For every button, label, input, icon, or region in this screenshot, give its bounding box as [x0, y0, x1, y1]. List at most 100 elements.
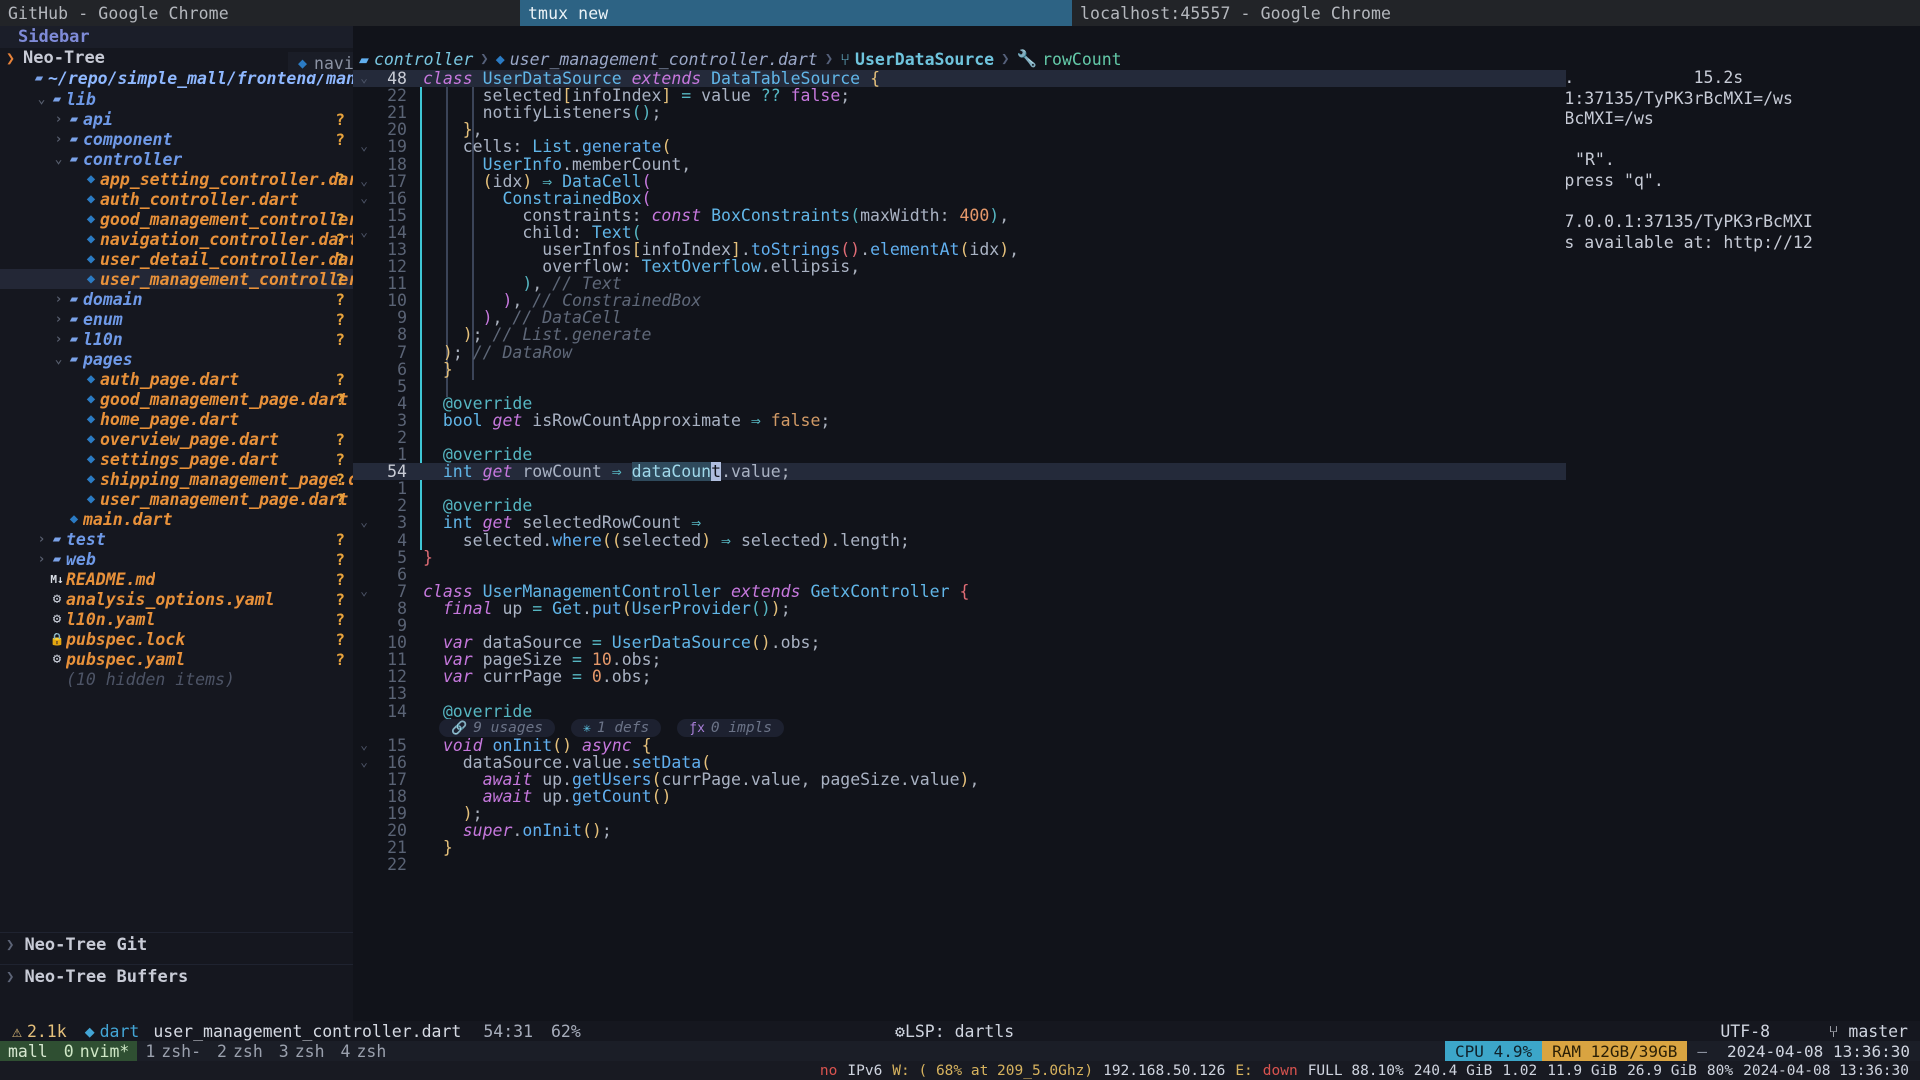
sidebar-section-buffers[interactable]: ❯ Neo-Tree Buffers: [0, 966, 353, 988]
fold-chevron-icon[interactable]: ⌄: [353, 515, 375, 530]
sidebar-section-git[interactable]: ❯ Neo-Tree Git: [0, 934, 353, 956]
code-line[interactable]: ⌄ 48 class UserDataSource extends DataTabl…: [353, 70, 1566, 88]
tree-item[interactable]: ◆ navigation_controller.dart?: [0, 229, 353, 249]
tree-item[interactable]: ⚙ l10n.yaml?: [0, 609, 353, 629]
chevron-down-icon[interactable]: ⌄: [35, 92, 48, 107]
code-line[interactable]: 22: [353, 855, 1566, 874]
code-line[interactable]: 18 await up.getCount(): [353, 787, 1566, 806]
tree-item[interactable]: › ▰ domain?: [0, 289, 353, 309]
code-line[interactable]: 21 }: [353, 838, 1566, 857]
code-line[interactable]: 10 var dataSource = UserDataSource().obs…: [353, 633, 1566, 652]
code-line[interactable]: ⌄ 7 class UserManagementController extends…: [353, 582, 1566, 601]
chevron-right-icon[interactable]: ›: [52, 292, 65, 307]
tree-item[interactable]: ⌄ ▰ pages: [0, 349, 353, 369]
code-line[interactable]: 9 ), // DataCell: [353, 308, 1566, 327]
tree-item[interactable]: › ▰ l10n?: [0, 329, 353, 349]
code-line[interactable]: 13: [353, 684, 1566, 703]
terminal-pane[interactable]: 109Launching lib/main.dart on Chrome in …: [1566, 26, 1920, 1021]
tree-item[interactable]: ◆ settings_page.dart?: [0, 449, 353, 469]
tmux-window[interactable]: 0 nvim*: [55, 1041, 138, 1061]
code-line[interactable]: 5}: [353, 548, 1566, 567]
fold-chevron-icon[interactable]: ⌄: [353, 755, 375, 770]
code-line[interactable]: 3 bool get isRowCountApproximate ⇒ false…: [353, 411, 1566, 430]
code-line[interactable]: ⌄ 3 int get selectedRowCount ⇒: [353, 513, 1566, 532]
chevron-down-icon[interactable]: ⌄: [52, 352, 65, 367]
codelens-chip[interactable]: ✳ 1 defs: [571, 719, 662, 738]
chevron-right-icon[interactable]: ›: [52, 112, 65, 127]
code-line[interactable]: 5: [353, 377, 1566, 396]
code-line[interactable]: ⌄ 15 void onInit() async {: [353, 736, 1566, 755]
tmux-session-name[interactable]: mall: [0, 1041, 56, 1061]
tree-item[interactable]: ◆good_management_controller.dart?: [0, 209, 353, 229]
tree-item[interactable]: ◆ app_setting_controller.dart?: [0, 169, 353, 189]
code-line[interactable]: 12 overflow: TextOverflow.ellipsis,: [353, 257, 1566, 276]
code-line[interactable]: 1: [353, 479, 1566, 498]
code-line[interactable]: ⌄ 14 child: Text(: [353, 223, 1566, 242]
chevron-right-icon[interactable]: ›: [35, 532, 48, 547]
tree-item[interactable]: ⌄ ▰ lib: [0, 89, 353, 109]
code-line[interactable]: 21 notifyListeners();: [353, 103, 1566, 122]
code-line[interactable]: 4 selected.where((selected) ⇒ selected).…: [353, 531, 1566, 550]
code-line[interactable]: ⌄ 19 cells: List.generate(: [353, 137, 1566, 156]
window-title-localhost[interactable]: localhost:45557 - Google Chrome: [1072, 0, 1920, 26]
tree-item[interactable]: ◆ main.dart: [0, 509, 353, 529]
codelens-chip[interactable]: ƒx 0 impls: [677, 719, 785, 738]
code-line[interactable]: 6 }: [353, 360, 1566, 379]
window-title-tmux[interactable]: tmux new: [520, 0, 1072, 26]
fold-chevron-icon[interactable]: ⌄: [353, 738, 375, 753]
code-line[interactable]: 17 await up.getUsers(currPage.value, pag…: [353, 770, 1566, 789]
code-line[interactable]: 8 final up = Get.put(UserProvider());: [353, 599, 1566, 618]
fold-chevron-icon[interactable]: ⌄: [353, 584, 375, 599]
fold-chevron-icon[interactable]: ⌄: [353, 225, 375, 240]
code-line[interactable]: 11 var pageSize = 10.obs;: [353, 650, 1566, 669]
fold-chevron-icon[interactable]: ⌄: [353, 174, 375, 189]
code-line[interactable]: 4 @override: [353, 394, 1566, 413]
code-line[interactable]: ⌄ 17 (idx) ⇒ DataCell(: [353, 172, 1566, 191]
code-line[interactable]: 8 ); // List.generate: [353, 325, 1566, 344]
code-line[interactable]: 13 userInfos[infoIndex].toStrings().elem…: [353, 240, 1566, 259]
tree-item[interactable]: M↓ README.md?: [0, 569, 353, 589]
tree-item[interactable]: ⚙ pubspec.yaml?: [0, 649, 353, 669]
chevron-right-icon[interactable]: ›: [52, 132, 65, 147]
tree-item[interactable]: › ▰ enum?: [0, 309, 353, 329]
code-line[interactable]: 20 },: [353, 120, 1566, 139]
code-line[interactable]: 54 int get rowCount ⇒ dataCount.value;: [353, 462, 1566, 482]
code-line[interactable]: 14 @override: [353, 702, 1566, 721]
tree-item[interactable]: ⚙ analysis_options.yaml?: [0, 589, 353, 609]
code-line[interactable]: 6: [353, 565, 1566, 584]
code-line[interactable]: 19 );: [353, 804, 1566, 823]
chevron-down-icon[interactable]: ⌄: [52, 152, 65, 167]
chevron-right-icon[interactable]: ›: [52, 312, 65, 327]
code-line[interactable]: 20 super.onInit();: [353, 821, 1566, 840]
tree-item[interactable]: ◆ user_detail_controller.dart?: [0, 249, 353, 269]
chevron-right-icon[interactable]: ›: [35, 552, 48, 567]
breadcrumb-file[interactable]: user_management_controller.dart: [510, 50, 818, 69]
tree-item[interactable]: ◆ user_management_page.dart?: [0, 489, 353, 509]
tree-item[interactable]: ◆ home_page.dart: [0, 409, 353, 429]
fold-chevron-icon[interactable]: ⌄: [353, 191, 375, 206]
code-line[interactable]: 1 @override: [353, 445, 1566, 464]
codelens-chip[interactable]: 🔗 9 usages: [439, 719, 556, 738]
window-title-github[interactable]: GitHub - Google Chrome: [0, 0, 520, 26]
tree-item[interactable]: › ▰ web?: [0, 549, 353, 569]
tree-item[interactable]: (10 hidden items): [0, 669, 353, 689]
breadcrumb-folder[interactable]: controller: [374, 50, 473, 69]
breadcrumb-class[interactable]: UserDataSource: [855, 50, 994, 69]
tmux-window[interactable]: 4 zsh: [333, 1041, 395, 1061]
code-line[interactable]: 11 ), // Text: [353, 274, 1566, 293]
tree-item[interactable]: ◆shipping_management_page.dart?: [0, 469, 353, 489]
tree-item[interactable]: ⌄ ▰ controller: [0, 149, 353, 169]
tree-item[interactable]: ◆ auth_controller.dart: [0, 189, 353, 209]
breadcrumb-property[interactable]: rowCount: [1042, 50, 1121, 69]
tmux-window[interactable]: 2 zsh: [209, 1041, 271, 1061]
code-line[interactable]: 18 UserInfo.memberCount,: [353, 155, 1566, 174]
tree-item[interactable]: › ▰ api?: [0, 109, 353, 129]
tmux-window[interactable]: 3 zsh: [271, 1041, 333, 1061]
code-line[interactable]: 10 ), // ConstrainedBox: [353, 291, 1566, 310]
code-area[interactable]: ⌄ 48 class UserDataSource extends DataTabl…: [353, 70, 1566, 1043]
fold-chevron-icon[interactable]: ⌄: [353, 71, 375, 86]
code-line[interactable]: 7 ); // DataRow: [353, 343, 1566, 362]
code-line[interactable]: ⌄ 16 dataSource.value.setData(: [353, 753, 1566, 772]
tree-item[interactable]: 🔒 pubspec.lock?: [0, 629, 353, 649]
code-line[interactable]: 2 @override: [353, 496, 1566, 515]
